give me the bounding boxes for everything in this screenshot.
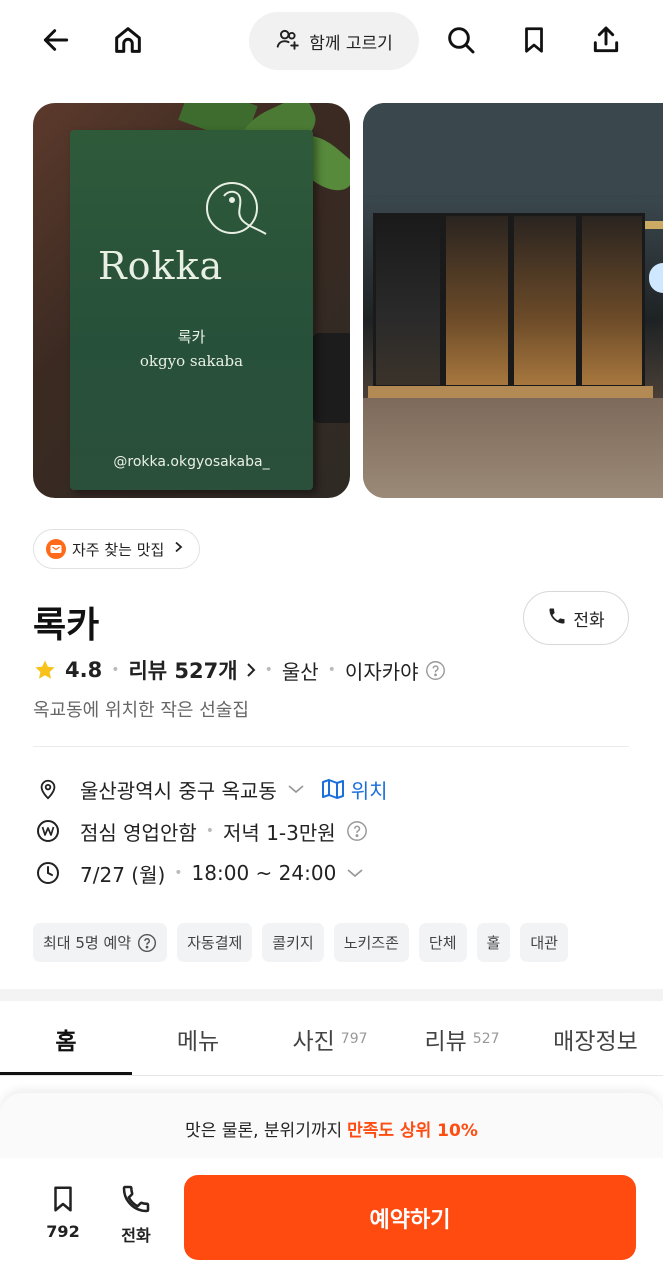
promo-banner: 맛은 물론, 분위기까지 만족도 상위 10% bbox=[0, 1093, 663, 1163]
price-row: 점심 영업안함 • 저녁 1-3만원 bbox=[36, 816, 368, 846]
frequent-visit-label: 자주 찾는 맛집 bbox=[72, 540, 165, 559]
chip-max-reservation[interactable]: 최대 5명 예약 bbox=[33, 923, 168, 962]
location-pin-icon bbox=[36, 777, 60, 801]
bookmark-icon bbox=[48, 1182, 78, 1216]
map-link[interactable]: 위치 bbox=[321, 775, 388, 804]
region-label: 울산 bbox=[281, 659, 319, 684]
reserve-button[interactable]: 예약하기 bbox=[184, 1175, 636, 1260]
divider bbox=[33, 746, 629, 747]
phone-icon bbox=[547, 606, 567, 631]
save-count: 792 bbox=[46, 1222, 80, 1241]
clock-icon bbox=[36, 861, 60, 885]
top-bar: 함께 고르기 bbox=[0, 0, 663, 86]
store-name: 록카 bbox=[33, 605, 100, 646]
chip-corkage: 콜키지 bbox=[262, 923, 324, 962]
hours-row[interactable]: 7/27 (월) • 18:00 ~ 24:00 bbox=[36, 858, 364, 888]
chip-hall: 홀 bbox=[476, 923, 511, 962]
tab-reviews[interactable]: 리뷰 527 bbox=[396, 1001, 528, 1076]
chip-auto-pay: 자동결제 bbox=[177, 923, 253, 962]
help-icon[interactable] bbox=[346, 820, 368, 842]
share-icon[interactable] bbox=[584, 18, 628, 62]
lunch-text: 점심 영업안함 bbox=[80, 820, 197, 845]
chip-rental: 대관 bbox=[520, 923, 568, 962]
tab-home[interactable]: 홈 bbox=[0, 1001, 132, 1076]
bottom-action-bar: 792 전화 예약하기 bbox=[0, 1158, 663, 1263]
tab-menu[interactable]: 메뉴 bbox=[132, 1001, 264, 1076]
frequent-visit-badge[interactable]: 자주 찾는 맛집 bbox=[33, 529, 201, 569]
choose-together-button[interactable]: 함께 고르기 bbox=[249, 12, 419, 70]
home-icon[interactable] bbox=[106, 18, 150, 62]
chevron-down-icon[interactable] bbox=[287, 783, 305, 795]
tab-photos-count: 797 bbox=[340, 1030, 368, 1047]
call-button[interactable]: 전화 bbox=[523, 591, 629, 645]
address-text: 울산광역시 중구 옥교동 bbox=[80, 778, 277, 803]
map-label: 위치 bbox=[350, 778, 388, 803]
chevron-down-icon[interactable] bbox=[346, 867, 364, 879]
review-count-link[interactable]: 리뷰 527개 bbox=[128, 655, 255, 685]
hours-text: 18:00 ~ 24:00 bbox=[191, 861, 337, 885]
bookmark-icon[interactable] bbox=[512, 18, 556, 62]
reserve-label: 예약하기 bbox=[369, 1207, 451, 1233]
call-label: 전화 bbox=[573, 610, 605, 631]
photo-carousel[interactable]: Rokka 록카 okgyo sakaba @rokka.okgyosakaba… bbox=[33, 103, 663, 498]
signboard: Rokka 록카 okgyo sakaba @rokka.okgyosakaba… bbox=[70, 130, 313, 490]
promo-text: 맛은 물론, 분위기까지 bbox=[185, 1120, 343, 1141]
date-text: 7/27 (월) bbox=[80, 862, 166, 887]
chip-group: 단체 bbox=[418, 923, 467, 962]
map-icon bbox=[321, 778, 345, 800]
chevron-right-icon bbox=[174, 541, 183, 557]
photo-storefront[interactable] bbox=[363, 103, 663, 498]
category-label: 이자카야 bbox=[344, 659, 419, 684]
tab-store-info[interactable]: 매장정보 bbox=[528, 1001, 663, 1076]
address-row: 울산광역시 중구 옥교동 위치 bbox=[36, 774, 388, 804]
rating-value: 4.8 bbox=[65, 658, 103, 682]
tab-reviews-count: 527 bbox=[472, 1030, 500, 1047]
call-bottom-label: 전화 bbox=[121, 1226, 151, 1245]
phone-icon bbox=[120, 1182, 152, 1216]
review-count-label: 리뷰 527개 bbox=[128, 659, 238, 683]
store-description: 옥교동에 위치한 작은 선술집 bbox=[33, 700, 249, 721]
active-tab-indicator bbox=[0, 1072, 132, 1075]
won-icon bbox=[36, 819, 60, 843]
star-icon bbox=[33, 658, 57, 682]
section-tabs: 홈 메뉴 사진 797 리뷰 527 매장정보 bbox=[0, 1001, 663, 1076]
sign-brand-text: Rokka bbox=[98, 244, 224, 288]
dinner-price-text: 저녁 1-3만원 bbox=[223, 820, 336, 845]
tab-photos[interactable]: 사진 797 bbox=[264, 1001, 396, 1076]
sign-korean-text: 록카 bbox=[177, 328, 206, 346]
choose-together-label: 함께 고르기 bbox=[309, 33, 393, 54]
add-people-icon bbox=[275, 26, 301, 57]
section-gap bbox=[0, 989, 663, 1001]
chip-no-kids: 노키즈존 bbox=[333, 923, 409, 962]
rating-row: 4.8 • 리뷰 527개 • 울산 • 이자카야 bbox=[33, 653, 446, 687]
sign-handle-text: @rokka.okgyosakaba_ bbox=[113, 454, 270, 470]
back-arrow-icon[interactable] bbox=[34, 18, 78, 62]
chevron-right-icon bbox=[246, 662, 256, 678]
feature-chips: 최대 5명 예약 자동결제 콜키지 노키즈존 단체 홀 대관 bbox=[33, 923, 568, 962]
help-icon bbox=[137, 933, 157, 953]
call-bottom-button[interactable]: 전화 bbox=[106, 1182, 166, 1246]
help-icon[interactable] bbox=[425, 660, 446, 681]
save-button[interactable]: 792 bbox=[33, 1182, 93, 1241]
photo-signboard[interactable]: Rokka 록카 okgyo sakaba @rokka.okgyosakaba… bbox=[33, 103, 350, 498]
sign-english-text: okgyo sakaba bbox=[139, 352, 244, 370]
ticket-icon bbox=[46, 539, 66, 559]
search-icon[interactable] bbox=[439, 18, 483, 62]
promo-highlight: 만족도 상위 10% bbox=[347, 1120, 478, 1141]
